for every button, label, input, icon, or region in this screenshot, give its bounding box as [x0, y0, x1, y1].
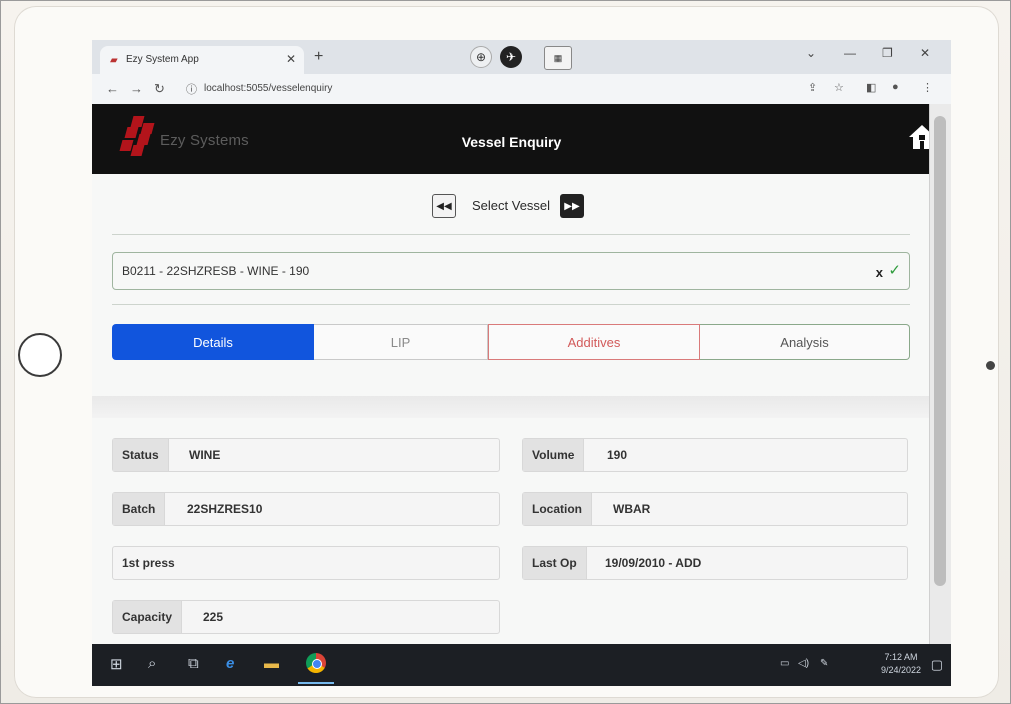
minimize-icon[interactable]: — [844, 46, 856, 60]
page-title: Vessel Enquiry [461, 134, 562, 150]
windows-taskbar: ⊞ ⌕ ⧉ e ▬ ▭ ◁) ✎ 7:12 AM 9/24/2022 ▢ [92, 644, 951, 686]
tab-close-icon[interactable]: ✕ [286, 52, 296, 66]
tab-additives[interactable]: Additives [488, 324, 700, 360]
clock-date: 9/24/2022 [880, 665, 921, 675]
app-header: Ezy Systems Vessel Enquiry [92, 104, 951, 174]
profile-icon[interactable]: ● [892, 81, 899, 93]
tab-lip[interactable]: LIP [314, 324, 488, 360]
clear-vessel-button[interactable]: x [876, 265, 883, 280]
vessel-selector: ◀◀ Select Vessel ▶▶ [92, 190, 930, 220]
location-label: Location [523, 493, 592, 525]
status-field: Status WINE [112, 438, 500, 472]
search-icon[interactable]: ⌕ [148, 655, 156, 672]
tablet-camera-icon [986, 361, 995, 370]
bookmark-star-icon[interactable]: ☆ [834, 81, 844, 94]
checkmark-icon: ✓ [888, 262, 901, 279]
browser-tabbar: ▰ Ezy System App ✕ + ⊕ ✈ ▦ ⌄ — ❐ ✕ [92, 40, 951, 74]
forward-icon[interactable]: → [130, 81, 143, 96]
windows-start-icon[interactable]: ⊞ [110, 655, 123, 673]
taskbar-clock[interactable]: 7:12 AM 9/24/2022 [881, 651, 921, 677]
tablet-home-button [18, 333, 62, 377]
pen-icon[interactable]: ✎ [820, 658, 828, 669]
volume-field: Volume 190 [522, 438, 908, 472]
maximize-icon[interactable]: ❐ [882, 46, 893, 60]
app: Ezy Systems Vessel Enquiry ◀◀ Select Ves… [92, 104, 951, 644]
screen: ▰ Ezy System App ✕ + ⊕ ✈ ▦ ⌄ — ❐ ✕ ← → ↻… [92, 40, 951, 686]
tab-search-icon[interactable]: ⌄ [806, 46, 816, 60]
file-explorer-icon[interactable]: ▬ [264, 655, 279, 672]
vessel-value: B0211 - 22SHZRESB - WINE - 190 [122, 264, 310, 278]
tab-details[interactable]: Details [112, 324, 314, 360]
batch-field: Batch 22SHZRES10 [112, 492, 500, 526]
last-op-field: Last Op 19/09/2010 - ADD [522, 546, 908, 580]
capacity-label: Capacity [113, 601, 183, 633]
volume-label: Volume [523, 439, 585, 471]
divider [112, 234, 910, 235]
url-text: localhost:5055/vesselenquiry [204, 83, 333, 94]
vessel-input[interactable]: B0211 - 22SHZRESB - WINE - 190 x ✓ [112, 252, 910, 290]
url-bar[interactable]: ⓘ localhost:5055/vesselenquiry [180, 79, 800, 99]
page-scrollbar[interactable] [929, 104, 951, 644]
window-close-icon[interactable]: ✕ [920, 46, 930, 60]
tab-bar: Details LIP Additives Analysis [112, 324, 910, 360]
edge-icon[interactable]: e [226, 655, 234, 672]
browser-addressbar: ← → ↻ ⓘ localhost:5055/vesselenquiry ⇪ ☆… [92, 74, 951, 105]
last-op-label: Last Op [523, 547, 587, 579]
status-value: WINE [189, 448, 221, 462]
status-label: Status [113, 439, 169, 471]
batch-label: Batch [113, 493, 166, 525]
share-icon[interactable]: ⇪ [808, 81, 817, 94]
site-info-icon[interactable]: ⓘ [186, 81, 197, 97]
chrome-icon[interactable] [306, 653, 326, 673]
zoom-icon[interactable]: ⊕ [470, 46, 492, 68]
volume-icon[interactable]: ◁) [798, 658, 809, 669]
last-op-value: 19/09/2010 - ADD [605, 556, 702, 570]
task-view-icon[interactable]: ⧉ [188, 655, 199, 672]
section-divider-band [92, 396, 930, 418]
active-app-indicator [298, 682, 334, 684]
tab-analysis[interactable]: Analysis [700, 324, 910, 360]
back-icon[interactable]: ← [106, 81, 119, 96]
side-panel-icon[interactable]: ◧ [866, 81, 876, 94]
keyboard-icon[interactable]: ▦ [544, 46, 572, 70]
tab-favicon-icon: ▰ [110, 55, 118, 66]
capacity-field: Capacity 225 [112, 600, 500, 634]
volume-value: 190 [607, 448, 628, 462]
first-press-label: 1st press [122, 556, 175, 570]
location-value: WBAR [613, 502, 651, 516]
browser-tab[interactable]: ▰ Ezy System App ✕ [100, 46, 304, 74]
reload-icon[interactable]: ↻ [154, 81, 165, 97]
chrome-menu-icon[interactable]: ⋮ [922, 81, 933, 94]
batch-value: 22SHZRES10 [187, 502, 263, 516]
tab-title: Ezy System App [126, 54, 199, 65]
remote-desktop-icon[interactable]: ✈ [500, 46, 522, 68]
clock-time: 7:12 AM [884, 652, 918, 662]
new-tab-icon[interactable]: + [314, 48, 323, 66]
notifications-icon[interactable]: ▢ [931, 657, 943, 673]
select-vessel-label: Select Vessel [472, 198, 551, 213]
first-press-field: 1st press [112, 546, 500, 580]
next-vessel-button[interactable]: ▶▶ [560, 194, 584, 218]
capacity-value: 225 [203, 610, 224, 624]
previous-vessel-button[interactable]: ◀◀ [432, 194, 456, 218]
scrollbar-thumb[interactable] [934, 116, 946, 586]
divider [112, 304, 910, 305]
details-content: ◀◀ Select Vessel ▶▶ B0211 - 22SHZRESB - … [92, 174, 930, 644]
location-field: Location WBAR [522, 492, 908, 526]
network-icon[interactable]: ▭ [780, 658, 789, 669]
